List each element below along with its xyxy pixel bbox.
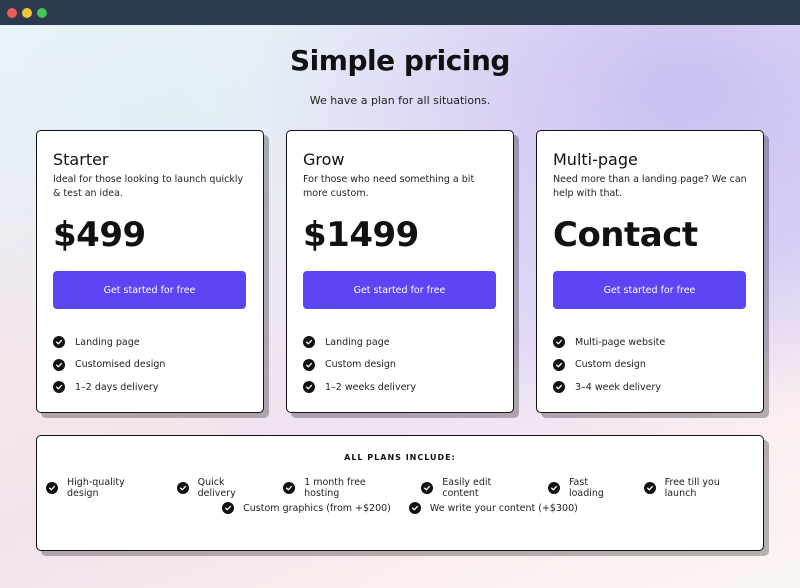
include-item: 1 month free hosting: [283, 477, 403, 499]
check-circle-icon: [283, 482, 296, 494]
plan-price: $1499: [303, 215, 419, 255]
check-circle-icon: [176, 482, 189, 494]
plan-card-grow: Grow For those who need something a bit …: [286, 130, 514, 413]
feature-label: 1–2 days delivery: [75, 381, 159, 393]
check-circle-icon: [547, 482, 560, 494]
check-circle-icon: [53, 358, 65, 371]
window-titlebar: [0, 0, 800, 25]
check-circle-icon: [408, 502, 421, 514]
includes-row: High-quality design Quick delivery 1 mon…: [37, 477, 763, 499]
plan-card-multi-page: Multi-page Need more than a landing page…: [536, 130, 764, 413]
include-label: Quick delivery: [197, 477, 236, 499]
feature-item: Customised design: [53, 354, 165, 377]
plan-card-starter: Starter Ideal for those looking to launc…: [36, 130, 264, 413]
feature-item: 1–2 days delivery: [53, 376, 165, 399]
all-plans-include-panel: ALL PLANS INCLUDE: High-quality design Q…: [36, 435, 764, 551]
check-circle-icon: [553, 358, 565, 371]
feature-label: Landing page: [325, 336, 390, 348]
window-maximize-button[interactable]: [37, 8, 47, 18]
check-circle-icon: [303, 336, 315, 349]
plan-name: Grow: [303, 150, 345, 169]
feature-item: Custom design: [303, 354, 416, 377]
check-circle-icon: [303, 381, 315, 394]
include-label: Easily edit content: [442, 477, 492, 499]
feature-item: 3–4 week delivery: [553, 376, 665, 399]
check-circle-icon: [53, 336, 65, 349]
plan-description: Need more than a landing page? We can he…: [553, 174, 747, 199]
feature-label: Multi-page website: [575, 336, 666, 348]
plan-price: $499: [53, 215, 146, 255]
feature-item: 1–2 weeks delivery: [303, 376, 416, 399]
plan-description: Ideal for those looking to launch quickl…: [53, 174, 244, 199]
feature-item: Landing page: [53, 331, 165, 354]
includes-title: ALL PLANS INCLUDE:: [344, 453, 456, 462]
check-circle-icon: [53, 381, 65, 394]
feature-label: Custom design: [325, 359, 396, 371]
feature-label: Landing page: [75, 336, 140, 348]
check-circle-icon: [421, 482, 434, 494]
includes-row: Custom graphics (from +$200) We write yo…: [37, 502, 763, 514]
window-close-button[interactable]: [7, 8, 17, 18]
check-circle-icon: [46, 482, 58, 494]
include-item: High-quality design: [46, 477, 159, 499]
plan-description: For those who need something a bit more …: [303, 174, 475, 199]
feature-label: Customised design: [75, 359, 166, 371]
check-circle-icon: [222, 502, 235, 514]
get-started-button[interactable]: Get started for free: [303, 271, 496, 309]
get-started-button[interactable]: Get started for free: [53, 271, 246, 309]
include-item: Fast loading: [547, 477, 626, 499]
feature-label: Custom design: [575, 359, 646, 371]
plan-price: Contact: [553, 215, 698, 255]
include-label: High-quality design: [67, 477, 125, 499]
include-label: Fast loading: [568, 477, 604, 499]
check-circle-icon: [643, 482, 656, 494]
include-item: Easily edit content: [421, 477, 530, 499]
plan-name: Starter: [53, 150, 109, 169]
feature-item: Multi-page website: [553, 331, 665, 354]
feature-label: 1–2 weeks delivery: [325, 381, 416, 393]
include-label: Custom graphics (from +$200): [243, 502, 391, 514]
feature-list: Landing page Custom design 1–2 weeks del…: [303, 331, 416, 399]
include-item: Free till you launch: [643, 477, 754, 499]
include-label: Free till you launch: [664, 477, 720, 499]
include-item: Quick delivery: [176, 477, 266, 499]
feature-item: Landing page: [303, 331, 416, 354]
page-subtitle: We have a plan for all situations.: [309, 94, 491, 107]
get-started-button[interactable]: Get started for free: [553, 271, 746, 309]
include-item: Custom graphics (from +$200): [222, 502, 391, 514]
include-label: 1 month free hosting: [304, 477, 366, 499]
page-title: Simple pricing: [290, 44, 510, 77]
window-minimize-button[interactable]: [22, 8, 32, 18]
feature-label: 3–4 week delivery: [575, 381, 661, 393]
include-item: We write your content (+$300): [408, 502, 578, 514]
check-circle-icon: [553, 381, 565, 394]
check-circle-icon: [303, 358, 315, 371]
feature-item: Custom design: [553, 354, 665, 377]
feature-list: Multi-page website Custom design 3–4 wee…: [553, 331, 665, 399]
feature-list: Landing page Customised design 1–2 days …: [53, 331, 165, 399]
include-label: We write your content (+$300): [429, 502, 578, 514]
plan-name: Multi-page: [553, 150, 638, 169]
check-circle-icon: [553, 336, 565, 349]
